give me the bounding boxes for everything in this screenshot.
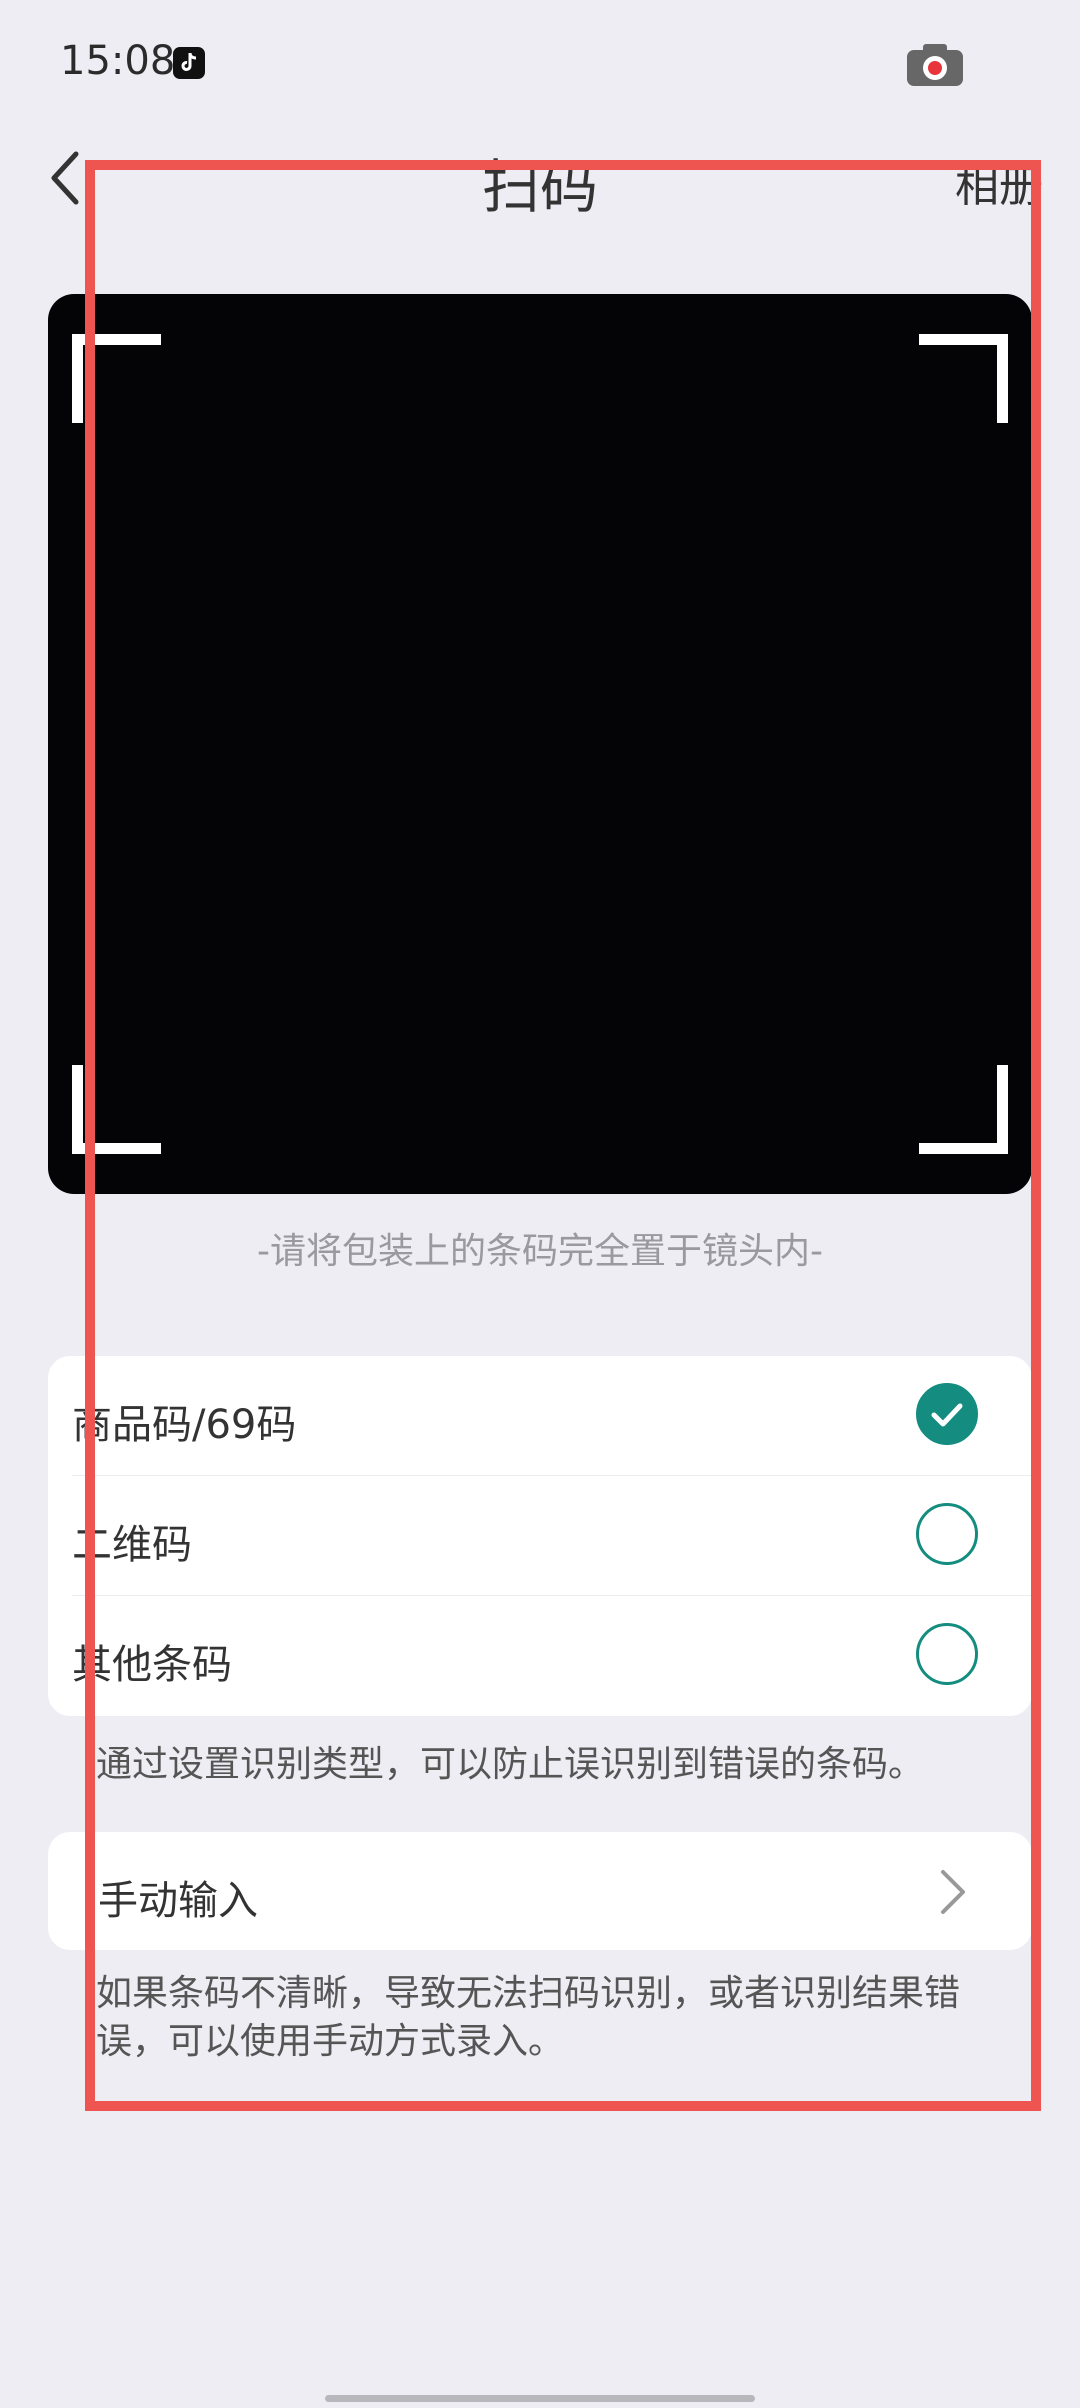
- manual-entry-button[interactable]: 手动输入: [48, 1832, 1032, 1950]
- viewfinder-corner: [919, 334, 1008, 423]
- option-qr-code[interactable]: 二维码: [48, 1476, 1032, 1596]
- manual-entry-help: 如果条码不清晰，导致无法扫码识别，或者识别结果错误，可以使用手动方式录入。: [96, 1973, 961, 2062]
- album-button[interactable]: 相册: [955, 150, 1043, 214]
- chevron-right-icon: [941, 1870, 965, 1914]
- manual-entry-label: 手动输入: [98, 1878, 258, 1924]
- option-label: 其他条码: [72, 1642, 232, 1688]
- home-indicator[interactable]: [325, 2395, 755, 2402]
- screen-record-icon: [905, 42, 965, 88]
- option-label: 二维码: [72, 1522, 192, 1568]
- option-label: 商品码/69码: [72, 1402, 297, 1448]
- scan-hint: -请将包装上的条码完全置于镜头内-: [257, 1231, 823, 1272]
- viewfinder-corner: [72, 1065, 161, 1154]
- status-time: 15:08: [60, 38, 176, 84]
- tiktok-icon: [173, 47, 205, 79]
- radio-checked-icon[interactable]: [916, 1383, 978, 1445]
- radio-unchecked-icon[interactable]: [916, 1623, 978, 1685]
- viewfinder-corner: [72, 334, 161, 423]
- option-product-code[interactable]: 商品码/69码: [48, 1356, 1032, 1476]
- option-other-barcode[interactable]: 其他条码: [48, 1596, 1032, 1716]
- camera-viewfinder[interactable]: [48, 294, 1032, 1194]
- code-type-help: 通过设置识别类型，可以防止误识别到错误的条码。: [96, 1744, 925, 1785]
- code-type-options: 商品码/69码 二维码 其他条码: [48, 1356, 1032, 1716]
- page-title: 扫码: [481, 153, 598, 221]
- radio-unchecked-icon[interactable]: [916, 1503, 978, 1565]
- viewfinder-corner: [919, 1065, 1008, 1154]
